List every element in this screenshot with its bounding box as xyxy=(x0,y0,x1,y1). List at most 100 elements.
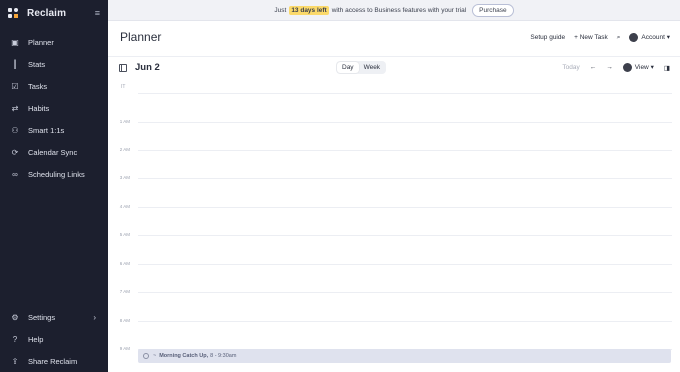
banner-prefix: Just xyxy=(274,6,287,14)
brand[interactable]: Reclaim ≡ xyxy=(8,6,100,20)
view-menu[interactable]: View ▾ xyxy=(622,63,654,72)
page-title: Planner xyxy=(120,30,162,44)
today-button[interactable]: Today xyxy=(562,64,579,71)
sidebar-item-label: Scheduling Links xyxy=(28,169,85,179)
hour-row: 8 AM xyxy=(108,318,680,323)
toggle-panel-icon[interactable] xyxy=(119,63,127,72)
event-prefix: ~ xyxy=(153,353,157,359)
repeat-icon: ⇄ xyxy=(11,103,19,113)
event-time: 8 - 9:30am xyxy=(210,353,237,359)
sidebar-item-smart-1-1s[interactable]: ⚇ Smart 1:1s xyxy=(0,119,108,141)
week-view-button[interactable]: Week xyxy=(359,62,386,73)
sidebar-item-label: Smart 1:1s xyxy=(28,125,65,135)
banner-suffix: with access to Business features with yo… xyxy=(331,6,467,14)
current-date: Jun 2 xyxy=(135,62,160,73)
hour-label: 7 AM xyxy=(119,289,130,294)
sidebar-collapse-icon[interactable]: ≡ xyxy=(95,8,100,18)
hour-row: 4 AM xyxy=(108,204,680,209)
sidebar-item-label: Help xyxy=(28,334,44,344)
sync-icon: ⟳ xyxy=(11,147,19,157)
sidebar-item-share-reclaim[interactable]: ⇪ Share Reclaim xyxy=(0,350,108,372)
sidebar-item-label: Settings xyxy=(28,312,56,322)
sidebar-item-label: Planner xyxy=(28,37,54,47)
chevron-right-icon: › xyxy=(93,312,96,322)
sidebar-item-help[interactable]: ? Help xyxy=(0,328,108,350)
account-menu[interactable]: Account ▾ xyxy=(629,33,670,42)
sidebar-item-label: Tasks xyxy=(28,81,48,91)
calendar-event[interactable]: ~ Morning Catch Up, 8 - 9:30am xyxy=(138,349,671,363)
sidebar-item-planner[interactable]: ▣ Planner xyxy=(0,31,108,53)
hour-gridline xyxy=(138,178,672,179)
share-icon: ⇪ xyxy=(11,356,19,366)
sidebar-item-stats[interactable]: ┃ Stats xyxy=(0,53,108,75)
hour-label: 9 AM xyxy=(119,346,130,351)
calendar-icon: ▣ xyxy=(11,37,19,47)
sidebar-item-settings[interactable]: ⚙ Settings › xyxy=(0,306,108,328)
hour-row: 6 AM xyxy=(108,261,680,266)
sidebar-item-calendar-sync[interactable]: ⟳ Calendar Sync xyxy=(0,141,108,163)
sidebar-item-label: Calendar Sync xyxy=(28,147,78,157)
avatar xyxy=(629,33,639,42)
hour-label: 3 AM xyxy=(119,175,130,180)
brand-name: Reclaim xyxy=(27,7,67,19)
sidebar-item-tasks[interactable]: ☑ Tasks xyxy=(0,75,108,97)
hour-gridline xyxy=(138,150,672,151)
hour-row: 7 AM xyxy=(108,289,680,294)
new-task-button[interactable]: + New Task xyxy=(574,34,608,41)
sidebar-item-scheduling-links[interactable]: ∞ Scheduling Links xyxy=(0,163,108,185)
search-icon[interactable]: ⌕ xyxy=(617,34,621,42)
timezone-label: IT xyxy=(121,84,126,90)
event-status-icon[interactable] xyxy=(143,353,149,359)
hour-label: 2 AM xyxy=(119,147,130,152)
sidebar-item-label: Habits xyxy=(28,103,50,113)
view-menu-label: View xyxy=(634,64,649,72)
trial-banner: Just 13 days left with access to Busines… xyxy=(108,0,680,21)
calendar-toolbar: Jun 2 Day Week Today ← → View ▾ ◨ xyxy=(108,56,680,78)
day-view-button[interactable]: Day xyxy=(337,62,359,73)
account-label: Account xyxy=(641,34,665,42)
reclaim-logo-icon xyxy=(8,8,18,18)
sidebar-item-label: Share Reclaim xyxy=(28,356,78,366)
hour-gridline xyxy=(138,321,672,322)
hour-gridline xyxy=(138,264,672,265)
hour-label: 6 AM xyxy=(119,261,130,266)
help-icon: ? xyxy=(12,334,18,344)
chevron-down-icon: ▾ xyxy=(650,64,654,72)
setup-guide-button[interactable]: Setup guide xyxy=(530,34,565,41)
prev-arrow-icon[interactable]: ← xyxy=(590,64,597,71)
hour-label: 1 AM xyxy=(119,119,130,124)
next-arrow-icon[interactable]: → xyxy=(606,64,613,71)
hour-gridline xyxy=(138,235,672,236)
header-actions: Setup guide + New Task ⌕ Account ▾ xyxy=(521,33,670,42)
hour-row: 1 AM xyxy=(108,119,680,124)
sidebar: Reclaim ≡ ▣ Planner ┃ Stats ☑ Tasks ⇄ Ha… xyxy=(0,0,108,372)
calendar-owner-avatar xyxy=(622,63,632,72)
people-icon: ⚇ xyxy=(11,125,19,135)
chevron-down-icon: ▾ xyxy=(666,34,670,42)
gear-icon: ⚙ xyxy=(11,312,19,322)
hour-label: 8 AM xyxy=(119,318,130,323)
event-title: Morning Catch Up, xyxy=(159,353,209,359)
hour-gridline xyxy=(138,292,672,293)
view-toggle: Day Week xyxy=(336,61,387,74)
checkbox-icon: ☑ xyxy=(11,81,19,91)
hour-gridline xyxy=(138,122,672,123)
day-calendar-grid[interactable]: IT 1 AM 2 AM 3 AM 4 AM 5 AM 6 AM 7 AM 8 … xyxy=(108,78,680,372)
purchase-button[interactable]: Purchase xyxy=(472,3,514,17)
sidebar-item-habits[interactable]: ⇄ Habits xyxy=(0,97,108,119)
hour-row: 3 AM xyxy=(108,175,680,180)
hour-label: 4 AM xyxy=(119,204,130,209)
bar-chart-icon: ┃ xyxy=(12,59,18,69)
hour-gridline xyxy=(138,207,672,208)
sidebar-item-label: Stats xyxy=(28,59,46,69)
hour-row: 2 AM xyxy=(108,147,680,152)
trial-days-badge: 13 days left xyxy=(289,5,329,15)
sidebar-nav: ▣ Planner ┃ Stats ☑ Tasks ⇄ Habits ⚇ Sma… xyxy=(0,31,108,185)
link-icon: ∞ xyxy=(12,169,18,179)
hour-row: 5 AM xyxy=(108,232,680,237)
sidebar-bottom-nav: ⚙ Settings › ? Help ⇪ Share Reclaim xyxy=(0,306,108,372)
side-panel-icon[interactable]: ◨ xyxy=(664,64,670,72)
hour-label: 5 AM xyxy=(119,232,130,237)
hour-row xyxy=(108,93,680,94)
hour-gridline xyxy=(138,93,672,94)
